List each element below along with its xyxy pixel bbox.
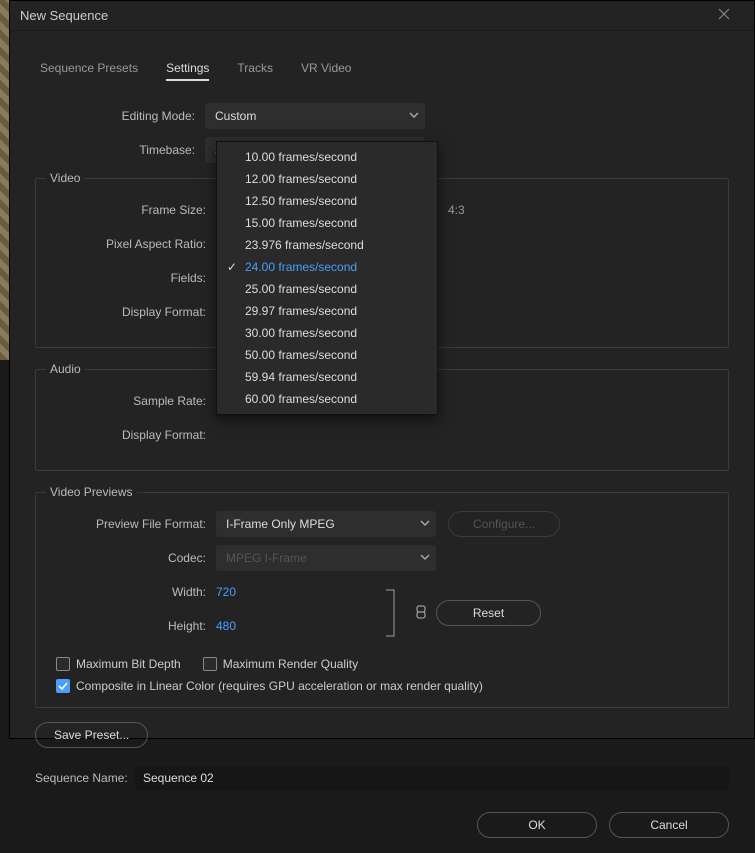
video-previews-legend: Video Previews: [46, 485, 137, 499]
timebase-option[interactable]: 12.50 frames/second: [217, 190, 437, 212]
height-label: Height:: [46, 619, 216, 633]
max-render-quality-label: Maximum Render Quality: [223, 657, 358, 671]
display-format-audio-label: Display Format:: [46, 428, 216, 442]
audio-legend: Audio: [46, 362, 85, 376]
preview-format-label: Preview File Format:: [46, 517, 216, 531]
sequence-name-input[interactable]: [135, 766, 729, 790]
preview-format-select[interactable]: I-Frame Only MPEG: [216, 511, 436, 537]
sample-rate-label: Sample Rate:: [46, 394, 216, 408]
max-render-quality-checkbox[interactable]: Maximum Render Quality: [203, 657, 358, 671]
new-sequence-dialog: New Sequence Sequence Presets Settings T…: [9, 0, 755, 739]
reset-button[interactable]: Reset: [436, 600, 541, 626]
composite-linear-label: Composite in Linear Color (requires GPU …: [76, 679, 483, 693]
editing-mode-value: Custom: [215, 109, 256, 123]
tab-tracks[interactable]: Tracks: [237, 61, 273, 81]
tab-vr-video[interactable]: VR Video: [301, 61, 351, 81]
editing-mode-label: Editing Mode:: [35, 109, 205, 123]
timebase-option[interactable]: 59.94 frames/second: [217, 366, 437, 388]
window-title: New Sequence: [20, 8, 704, 23]
sequence-name-label: Sequence Name:: [35, 771, 135, 785]
close-icon: [718, 7, 730, 25]
preview-format-value: I-Frame Only MPEG: [226, 517, 335, 531]
save-preset-button[interactable]: Save Preset...: [35, 722, 148, 748]
video-previews-group: Video Previews Preview File Format: I-Fr…: [35, 485, 729, 708]
ok-button[interactable]: OK: [477, 812, 597, 838]
display-format-video-label: Display Format:: [46, 305, 216, 319]
timebase-option[interactable]: 24.00 frames/second: [217, 256, 437, 278]
titlebar: New Sequence: [10, 1, 754, 31]
checkbox-icon: [56, 679, 70, 693]
chevron-down-icon: [409, 109, 419, 123]
timebase-option[interactable]: 10.00 frames/second: [217, 146, 437, 168]
timebase-option[interactable]: 60.00 frames/second: [217, 388, 437, 410]
tab-sequence-presets[interactable]: Sequence Presets: [40, 61, 138, 81]
bracket-icon: [376, 588, 406, 638]
fields-label: Fields:: [46, 271, 216, 285]
timebase-option[interactable]: 12.00 frames/second: [217, 168, 437, 190]
timebase-option[interactable]: 50.00 frames/second: [217, 344, 437, 366]
max-bit-depth-label: Maximum Bit Depth: [76, 657, 181, 671]
composite-linear-checkbox[interactable]: Composite in Linear Color (requires GPU …: [56, 679, 483, 693]
timebase-option[interactable]: 30.00 frames/second: [217, 322, 437, 344]
codec-label: Codec:: [46, 551, 216, 565]
chevron-down-icon: [420, 551, 430, 565]
checkbox-icon: [203, 657, 217, 671]
chevron-down-icon: [420, 517, 430, 531]
width-value[interactable]: 720: [216, 585, 266, 599]
pixel-aspect-label: Pixel Aspect Ratio:: [46, 237, 216, 251]
video-legend: Video: [46, 171, 84, 185]
cancel-button[interactable]: Cancel: [609, 812, 729, 838]
editing-mode-select[interactable]: Custom: [205, 103, 425, 129]
codec-select: MPEG I-Frame: [216, 545, 436, 571]
tab-settings[interactable]: Settings: [166, 61, 209, 81]
max-bit-depth-checkbox[interactable]: Maximum Bit Depth: [56, 657, 181, 671]
height-value[interactable]: 480: [216, 619, 266, 633]
link-icon[interactable]: [416, 605, 426, 622]
timebase-dropdown[interactable]: 10.00 frames/second12.00 frames/second12…: [216, 141, 438, 415]
timebase-label: Timebase:: [35, 143, 205, 157]
codec-value: MPEG I-Frame: [226, 551, 307, 565]
timebase-option[interactable]: 29.97 frames/second: [217, 300, 437, 322]
configure-button: Configure...: [448, 511, 560, 537]
width-label: Width:: [46, 585, 216, 599]
tabs: Sequence Presets Settings Tracks VR Vide…: [35, 61, 729, 81]
timebase-option[interactable]: 25.00 frames/second: [217, 278, 437, 300]
close-button[interactable]: [704, 1, 744, 31]
aspect-text: 4:3: [448, 203, 465, 217]
timebase-option[interactable]: 23.976 frames/second: [217, 234, 437, 256]
timebase-option[interactable]: 15.00 frames/second: [217, 212, 437, 234]
checkbox-icon: [56, 657, 70, 671]
frame-size-label: Frame Size:: [46, 203, 216, 217]
